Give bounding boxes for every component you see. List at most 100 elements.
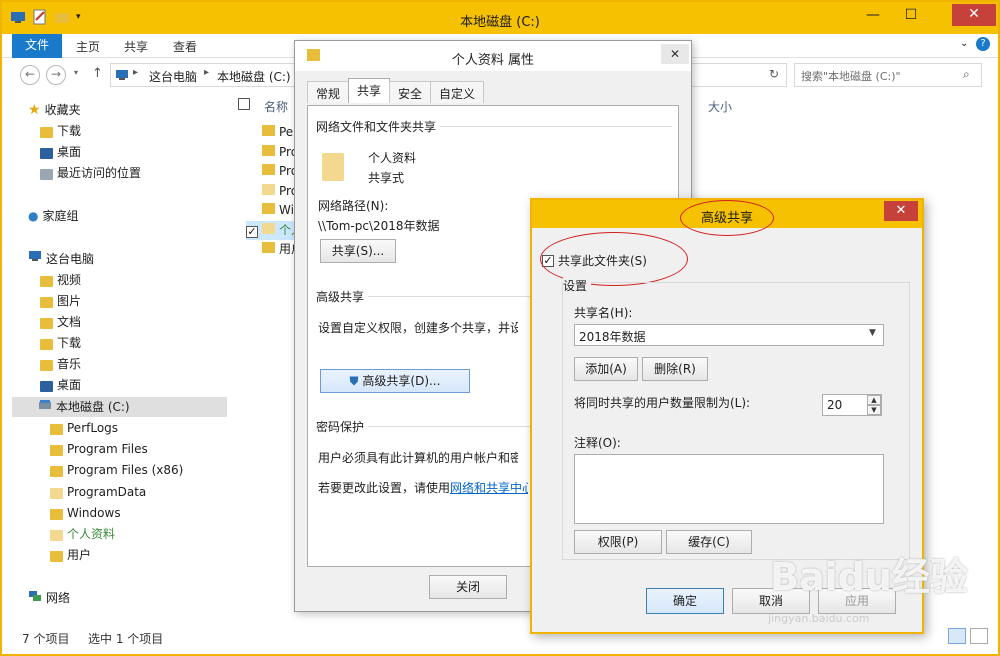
close-button[interactable]: ✕ — [952, 4, 996, 26]
ribbon-expand-icon[interactable]: ⌄ — [960, 38, 968, 49]
advanced-share-button[interactable]: ⛊ 高级共享(D)... — [320, 369, 470, 393]
nav-item-drive-c[interactable]: 本地磁盘 (C:) — [12, 397, 227, 417]
tab-strip: 常规 共享 安全 自定义 — [307, 78, 485, 103]
row-checkbox[interactable]: ✓ — [246, 224, 258, 238]
dialog-title: 个人资料 属性 — [451, 53, 535, 68]
computer-icon — [28, 249, 42, 269]
share-state: 共享式 — [368, 171, 405, 185]
nav-item-videos[interactable]: 视频 — [40, 270, 81, 290]
share-button[interactable]: 共享(S)... — [320, 239, 396, 263]
nav-item-personal[interactable]: 个人资料 — [50, 524, 115, 544]
folder-name: 个人资料 — [368, 151, 417, 165]
help-icon[interactable]: ? — [976, 37, 990, 51]
tab-view[interactable]: 查看 — [173, 38, 197, 55]
details-view-icon[interactable] — [948, 628, 966, 644]
nav-item-recent[interactable]: 最近访问的位置 — [40, 163, 141, 183]
nav-item-perflogs[interactable]: PerfLogs — [50, 418, 118, 438]
add-button[interactable]: 添加(A) — [574, 357, 638, 381]
annotation-ellipse — [680, 200, 774, 236]
nav-item-program-files-x86[interactable]: Program Files (x86) — [50, 460, 183, 480]
item-count: 7 个项目 — [22, 632, 70, 646]
shield-icon: ⛊ — [349, 374, 359, 388]
tab-file[interactable]: 文件 — [12, 34, 62, 58]
network-center-link[interactable]: 网络和共享中心 — [450, 481, 528, 495]
history-dropdown-icon[interactable]: ▾ — [74, 68, 78, 77]
search-input[interactable]: 搜索"本地磁盘 (C:)" ⌕ — [794, 63, 982, 87]
nav-item-downloads[interactable]: 下载 — [40, 121, 81, 141]
user-limit-label: 将同时共享的用户数量限制为(L): — [574, 396, 751, 410]
tab-general[interactable]: 常规 — [307, 81, 350, 103]
downloads-icon — [40, 126, 53, 138]
share-name-select[interactable]: 2018年数据 ▼ — [574, 324, 884, 346]
nav-item-desktop[interactable]: 桌面 — [40, 142, 81, 162]
search-icon[interactable]: ⌕ — [963, 67, 970, 82]
comment-textarea[interactable] — [574, 454, 884, 524]
nav-homegroup[interactable]: ● 家庭组 — [28, 206, 79, 226]
nav-favorites[interactable]: ★ 收藏夹 — [28, 100, 81, 120]
net-path-label: 网络路径(N): — [318, 199, 389, 213]
column-size[interactable]: 大小 — [708, 98, 732, 115]
nav-item-downloads-pc[interactable]: 下载 — [40, 333, 81, 353]
close-dialog-button[interactable]: 关闭 — [429, 575, 507, 599]
forward-icon[interactable]: → — [46, 65, 66, 85]
folder-icon — [50, 465, 63, 477]
select-all-checkbox[interactable] — [238, 98, 250, 113]
permissions-button[interactable]: 权限(P) — [574, 530, 662, 554]
breadcrumb-this-pc[interactable]: 这台电脑 — [149, 68, 197, 85]
tab-sharing[interactable]: 共享 — [348, 78, 391, 103]
star-icon: ★ — [28, 102, 41, 118]
column-name[interactable]: 名称 — [264, 98, 288, 115]
remove-button[interactable]: 删除(R) — [642, 357, 708, 381]
tab-share[interactable]: 共享 — [124, 38, 148, 55]
comment-label: 注释(O): — [574, 436, 621, 450]
music-icon — [40, 359, 53, 371]
net-path-value: \\Tom-pc\2018年数据 — [318, 219, 440, 233]
folder-icon — [262, 183, 275, 195]
user-limit-stepper[interactable]: 20 ▲ ▼ — [822, 394, 882, 416]
close-icon[interactable]: ✕ — [661, 44, 689, 64]
maximize-button[interactable]: ☐ — [896, 4, 926, 28]
folder-icon — [50, 487, 63, 499]
back-icon[interactable]: ← — [20, 65, 40, 85]
dialog-title-bar: 个人资料 属性 ✕ — [295, 41, 691, 71]
folder-icon — [262, 125, 275, 136]
homegroup-icon: ● — [28, 209, 39, 223]
chevron-down-icon: ▼ — [869, 328, 876, 338]
folder-icon — [262, 164, 275, 175]
close-icon[interactable]: ✕ — [884, 201, 918, 221]
nav-this-pc[interactable]: 这台电脑 — [28, 249, 94, 269]
nav-item-documents[interactable]: 文档 — [40, 312, 81, 332]
nav-item-music[interactable]: 音乐 — [40, 354, 81, 374]
nav-item-pictures[interactable]: 图片 — [40, 291, 81, 311]
window-title: 本地磁盘 (C:) — [460, 15, 540, 30]
baidu-watermark-url: jingyan.baidu.com — [768, 612, 870, 625]
refresh-icon[interactable]: ↻ — [769, 67, 779, 81]
spin-up-icon[interactable]: ▲ — [867, 395, 881, 405]
drive-icon — [38, 397, 52, 417]
caching-button[interactable]: 缓存(C) — [666, 530, 752, 554]
nav-item-desktop-pc[interactable]: 桌面 — [40, 375, 81, 395]
nav-item-programdata[interactable]: ProgramData — [50, 482, 146, 502]
nav-item-windows[interactable]: Windows — [50, 503, 121, 523]
ok-button[interactable]: 确定 — [646, 588, 724, 614]
large-icons-view-icon[interactable] — [970, 628, 988, 644]
folder-icon — [262, 222, 275, 234]
spin-down-icon[interactable]: ▼ — [867, 405, 881, 415]
tab-security[interactable]: 安全 — [389, 81, 432, 103]
folder-icon — [50, 508, 63, 520]
folder-icon — [50, 550, 63, 562]
videos-icon — [40, 275, 53, 287]
tab-custom[interactable]: 自定义 — [430, 81, 485, 103]
tab-home[interactable]: 主页 — [76, 38, 100, 55]
nav-item-users[interactable]: 用户 — [50, 545, 91, 565]
folder-icon — [50, 529, 63, 541]
network-icon — [28, 588, 42, 608]
folder-icon — [262, 144, 275, 156]
nav-network[interactable]: 网络 — [28, 588, 70, 608]
nav-item-program-files[interactable]: Program Files — [50, 439, 148, 459]
desktop-icon — [40, 147, 53, 159]
up-icon[interactable]: ↑ — [92, 66, 103, 81]
minimize-button[interactable]: — — [858, 4, 888, 28]
breadcrumb-drive[interactable]: 本地磁盘 (C:) — [217, 68, 291, 85]
recent-places-icon — [40, 168, 53, 180]
